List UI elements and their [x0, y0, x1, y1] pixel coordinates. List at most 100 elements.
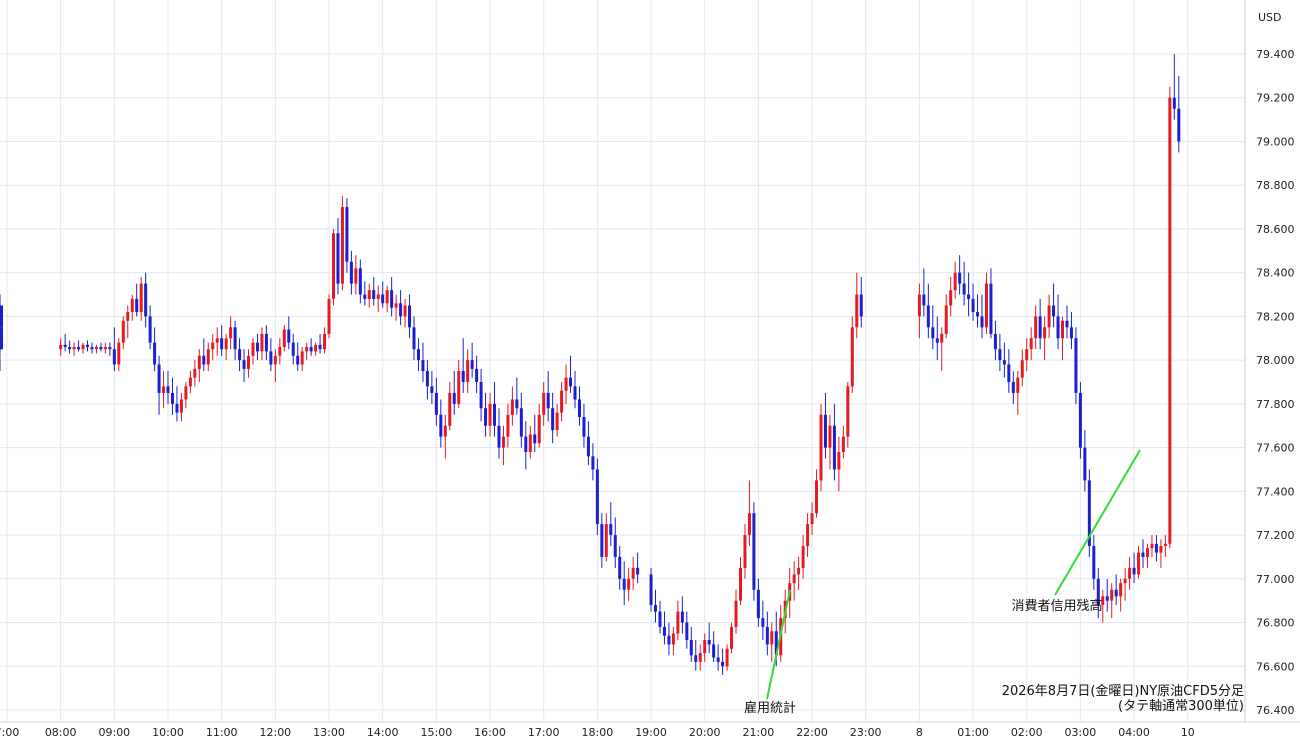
candle-down [721, 661, 725, 667]
candle-down [931, 327, 935, 339]
candle-up [676, 611, 680, 634]
x-tick-label: 17:00 [528, 726, 560, 739]
x-tick-label: 20:00 [689, 726, 721, 739]
y-tick-label: 76.400 [1256, 704, 1295, 717]
candle-up [179, 399, 183, 413]
candle-down [68, 347, 72, 350]
candle-down [989, 283, 993, 334]
candle-up [81, 344, 85, 350]
candle-down [421, 360, 425, 372]
x-tick-label: 8 [916, 726, 923, 739]
candle-down [998, 349, 1002, 361]
candle-up [121, 320, 125, 343]
candle-down [761, 618, 765, 627]
candle-down [269, 351, 273, 365]
y-tick-label: 79.000 [1256, 135, 1295, 148]
candle-up [1145, 548, 1149, 557]
candle-up [193, 368, 197, 378]
candle-down [958, 272, 962, 284]
x-tick-label: 7:00 [0, 726, 19, 739]
candle-down [1038, 316, 1042, 339]
candle-down [233, 327, 237, 350]
candle-down [586, 436, 590, 457]
candle-up [555, 412, 559, 431]
candle-down [497, 425, 501, 448]
caption-line-1: 2026年8月7日(金曜日)NY原油CFD5分足 [1002, 683, 1244, 699]
candle-down [609, 524, 613, 536]
candle-up [917, 294, 921, 317]
candle-up [376, 294, 380, 299]
candle-up [944, 305, 948, 334]
candle-down [1083, 447, 1087, 481]
candle-up [443, 425, 447, 437]
candle-up [1137, 552, 1141, 575]
currency-label: USD [1258, 11, 1282, 24]
candle-up [94, 347, 98, 350]
x-tick-label: 08:00 [45, 726, 77, 739]
x-tick-label: 22:00 [796, 726, 828, 739]
candle-down [135, 298, 139, 313]
candle-down [515, 399, 519, 409]
candle-down [166, 386, 170, 393]
x-tick-label: 09:00 [98, 726, 130, 739]
candle-down [296, 355, 300, 365]
candle-up [367, 290, 371, 299]
candle-down [689, 640, 693, 656]
candle-up [510, 399, 514, 415]
candle-up [738, 567, 742, 601]
candle-up [560, 390, 564, 413]
candle-down [399, 303, 403, 317]
candle-up [305, 347, 309, 352]
candle-up [1025, 349, 1029, 361]
candle-up [354, 268, 358, 284]
candle-up [725, 648, 729, 667]
x-tick-label: 12:00 [259, 726, 291, 739]
candle-down [1177, 108, 1181, 142]
candle-up [850, 327, 854, 387]
candle-down [922, 294, 926, 306]
candle-up [837, 451, 841, 470]
candle-up [792, 574, 796, 584]
chart-root: 雇用統計 消費者信用残高 USD 76.400 76.600 76.800 77.000… [0, 0, 1300, 745]
candle-down [416, 349, 420, 361]
candle-down [1007, 364, 1011, 382]
x-tick-label: 10 [1181, 726, 1195, 739]
candle-up [1119, 583, 1123, 597]
candle-down [962, 283, 966, 295]
candle-down [1172, 97, 1176, 109]
candle-up [126, 312, 130, 321]
candle-down [1011, 382, 1015, 393]
candle-down [318, 344, 322, 350]
candle-up [730, 626, 734, 649]
candle-down [551, 408, 555, 431]
candle-down [832, 425, 836, 470]
candle-down [622, 578, 626, 590]
candle-down [1154, 543, 1158, 553]
candle-up [247, 355, 251, 369]
x-tick-label: 03:00 [1065, 726, 1097, 739]
candle-down [425, 371, 429, 387]
candle-down [264, 333, 268, 352]
candle-down [1056, 316, 1060, 339]
candle-down [980, 316, 984, 328]
candle-down [577, 399, 581, 417]
candle-down [461, 371, 465, 382]
x-tick-label: 15:00 [421, 726, 453, 739]
candle-down [86, 344, 90, 348]
candle-up [197, 355, 201, 369]
candle-down [823, 414, 827, 448]
x-tick-label: 16:00 [474, 726, 506, 739]
candle-down [1078, 392, 1082, 448]
candle-down [765, 626, 769, 645]
candle-down [716, 657, 720, 662]
candle-down [220, 338, 224, 350]
candle-up [940, 333, 944, 343]
annotation-pointer [1054, 449, 1141, 596]
candle-up [1016, 377, 1020, 393]
candle-down [658, 611, 662, 627]
candle-down [291, 342, 295, 356]
candle-up [815, 480, 819, 514]
candle-up [1061, 320, 1065, 339]
candle-down [935, 338, 939, 343]
candle-down [255, 342, 259, 352]
